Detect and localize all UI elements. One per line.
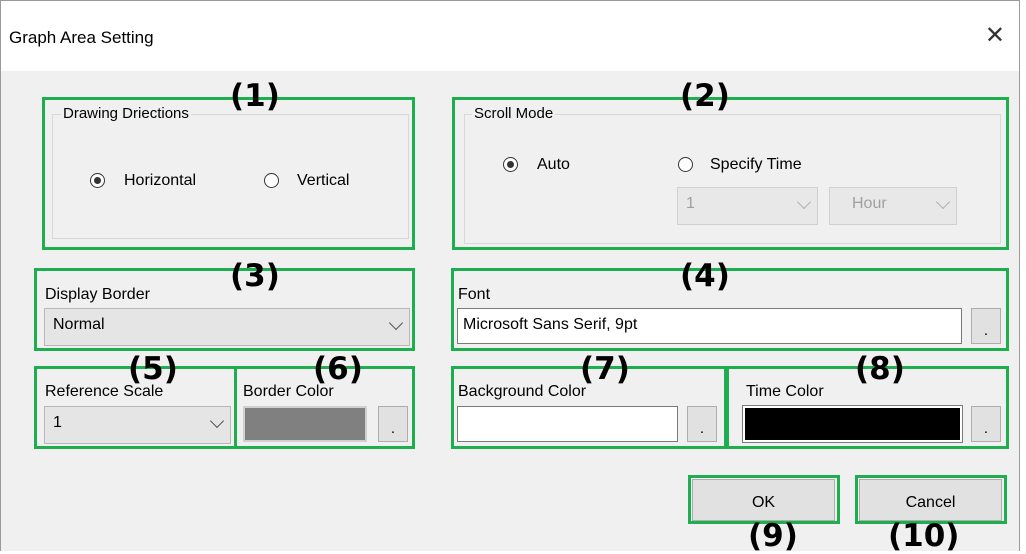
annotation-3: (3) (230, 258, 280, 294)
annotation-8: (8) (855, 351, 905, 387)
highlight-box-2 (452, 97, 1009, 250)
annotation-7: (7) (580, 351, 630, 387)
annotation-1: (1) (230, 78, 280, 114)
close-icon[interactable]: ✕ (985, 21, 1005, 51)
annotation-10: (10) (888, 518, 960, 554)
highlight-box-10 (855, 475, 1007, 524)
dialog-title: Graph Area Setting (9, 28, 154, 47)
highlight-box-4 (451, 268, 1009, 351)
highlight-box-1 (42, 97, 415, 250)
annotation-6: (6) (313, 351, 363, 387)
annotation-4: (4) (680, 258, 730, 294)
title-bar: Graph Area Setting ✕ (1, 1, 1019, 71)
highlight-box-9 (688, 475, 840, 524)
annotation-5: (5) (128, 351, 178, 387)
annotation-9: (9) (748, 518, 798, 554)
annotation-2: (2) (680, 78, 730, 114)
highlight-box-3 (34, 268, 415, 351)
